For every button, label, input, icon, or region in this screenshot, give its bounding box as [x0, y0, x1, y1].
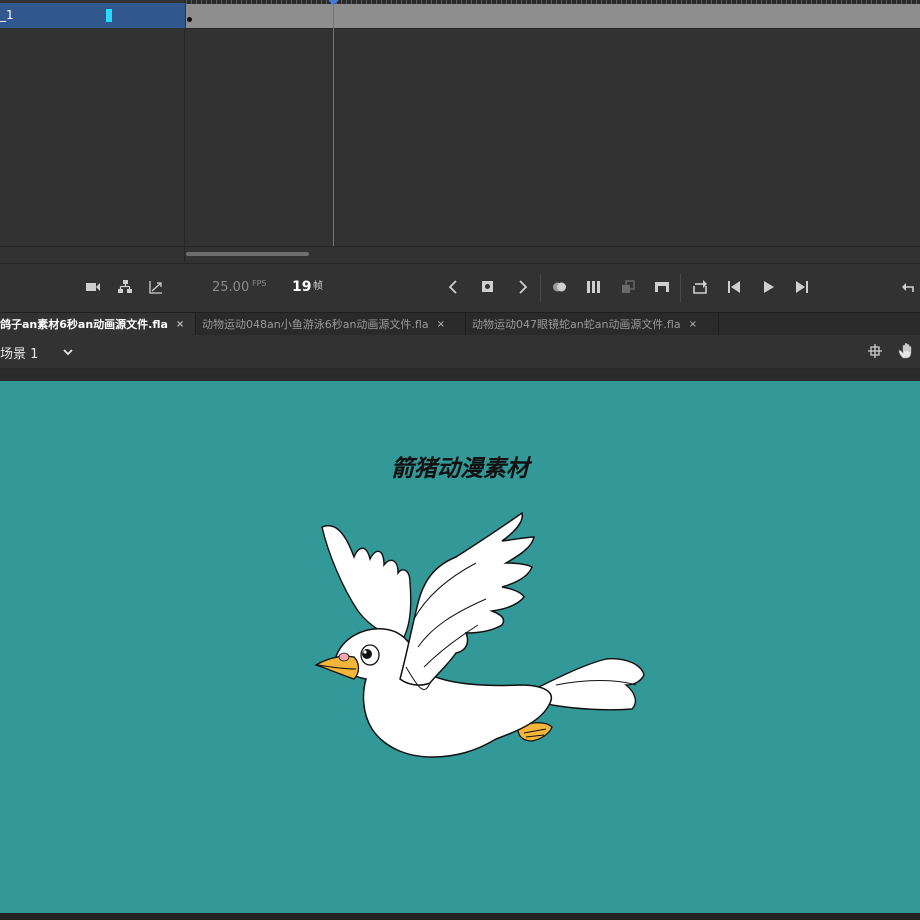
prev-keyframe-button[interactable] [443, 276, 465, 298]
onion-skin-icon [553, 282, 566, 292]
frame-center-icon [655, 282, 669, 292]
keyframe-marker[interactable] [187, 17, 192, 22]
document-tab[interactable]: 动物运动048an小鱼游泳6秒an动画源文件.fla × [196, 313, 466, 335]
play-button[interactable] [757, 276, 779, 298]
insert-keyframe-icon [482, 281, 493, 292]
stage-top-margin [0, 369, 920, 381]
layer-color-marker[interactable] [106, 9, 112, 22]
close-icon[interactable]: × [176, 319, 184, 330]
dove-back-wing [321, 524, 412, 638]
stage-canvas[interactable]: 箭猪动漫素材 [0, 381, 920, 913]
play-icon [764, 281, 774, 293]
hand-tool-icon[interactable] [897, 342, 917, 360]
close-icon[interactable]: × [437, 319, 445, 330]
tab-label[interactable]: 动物运动047眼镜蛇an蛇an动画源文件.fla [472, 316, 681, 332]
loop-button[interactable] [689, 276, 711, 298]
layer-list: _1 [0, 0, 185, 262]
next-keyframe-button[interactable] [511, 276, 533, 298]
camera-button[interactable] [82, 276, 104, 298]
edit-multiple-frames-button[interactable] [583, 276, 605, 298]
onion-skin-button[interactable] [549, 276, 571, 298]
document-tab[interactable]: 动物运动047眼镜蛇an蛇an动画源文件.fla × [466, 313, 719, 335]
insert-keyframe-button[interactable] [477, 276, 499, 298]
timeline-toolbar: 25.00 FPS 19 帧 [0, 263, 920, 311]
layer-frames-row[interactable] [186, 4, 920, 29]
fps-value[interactable]: 25.00 [212, 280, 249, 295]
frame-center-button[interactable] [651, 276, 673, 298]
edit-multiple-frames-icon [587, 281, 600, 293]
close-icon[interactable]: × [689, 319, 697, 330]
timeline-panel: _1 [0, 0, 920, 262]
chevron-left-icon [448, 280, 457, 294]
frames-area[interactable] [186, 0, 920, 246]
playhead-line[interactable] [333, 0, 334, 246]
easing-icon [149, 281, 162, 294]
chevron-right-icon [519, 280, 528, 294]
undo-icon [902, 283, 914, 292]
undo-button[interactable] [898, 276, 920, 298]
stage-title-text[interactable]: 箭猪动漫素材 [0, 449, 920, 483]
divider [0, 246, 920, 247]
step-forward-button[interactable] [791, 276, 813, 298]
scene-name[interactable]: 场景 1 [0, 343, 38, 362]
step-back-button[interactable] [723, 276, 745, 298]
layer-row-selected[interactable]: _1 [0, 3, 185, 28]
fps-unit-label: FPS [252, 279, 267, 288]
chevron-down-icon[interactable] [61, 345, 75, 359]
current-frame-value[interactable]: 19 [292, 279, 311, 295]
dove-illustration[interactable] [306, 507, 652, 769]
layer-parenting-button[interactable] [114, 276, 136, 298]
onion-outlines-icon [622, 280, 635, 293]
onion-outlines-button[interactable] [617, 276, 639, 298]
layer-parenting-icon [118, 280, 132, 293]
toolbar-separator [540, 274, 541, 302]
easing-button[interactable] [145, 276, 167, 298]
step-back-icon [728, 281, 740, 293]
loop-icon [693, 280, 707, 294]
document-tab-bar: 鸽子an素材6秒an动画源文件.fla × 动物运动048an小鱼游泳6秒an动… [0, 312, 920, 335]
step-forward-icon [796, 281, 808, 293]
scene-bar: 场景 1 [0, 335, 920, 369]
toolbar-separator [680, 274, 681, 302]
tab-label[interactable]: 动物运动048an小鱼游泳6秒an动画源文件.fla [202, 316, 429, 332]
tab-label[interactable]: 鸽子an素材6秒an动画源文件.fla [0, 316, 168, 332]
document-tab-active[interactable]: 鸽子an素材6秒an动画源文件.fla × [0, 313, 196, 335]
center-stage-icon[interactable] [867, 343, 883, 359]
stage-bottom-edge [0, 913, 920, 920]
timeline-horizontal-scrollbar[interactable] [186, 252, 309, 256]
layer-name[interactable]: _1 [0, 8, 14, 22]
frame-unit-label: 帧 [313, 281, 323, 292]
camera-icon [86, 283, 100, 291]
dove-front-wing [399, 511, 535, 686]
